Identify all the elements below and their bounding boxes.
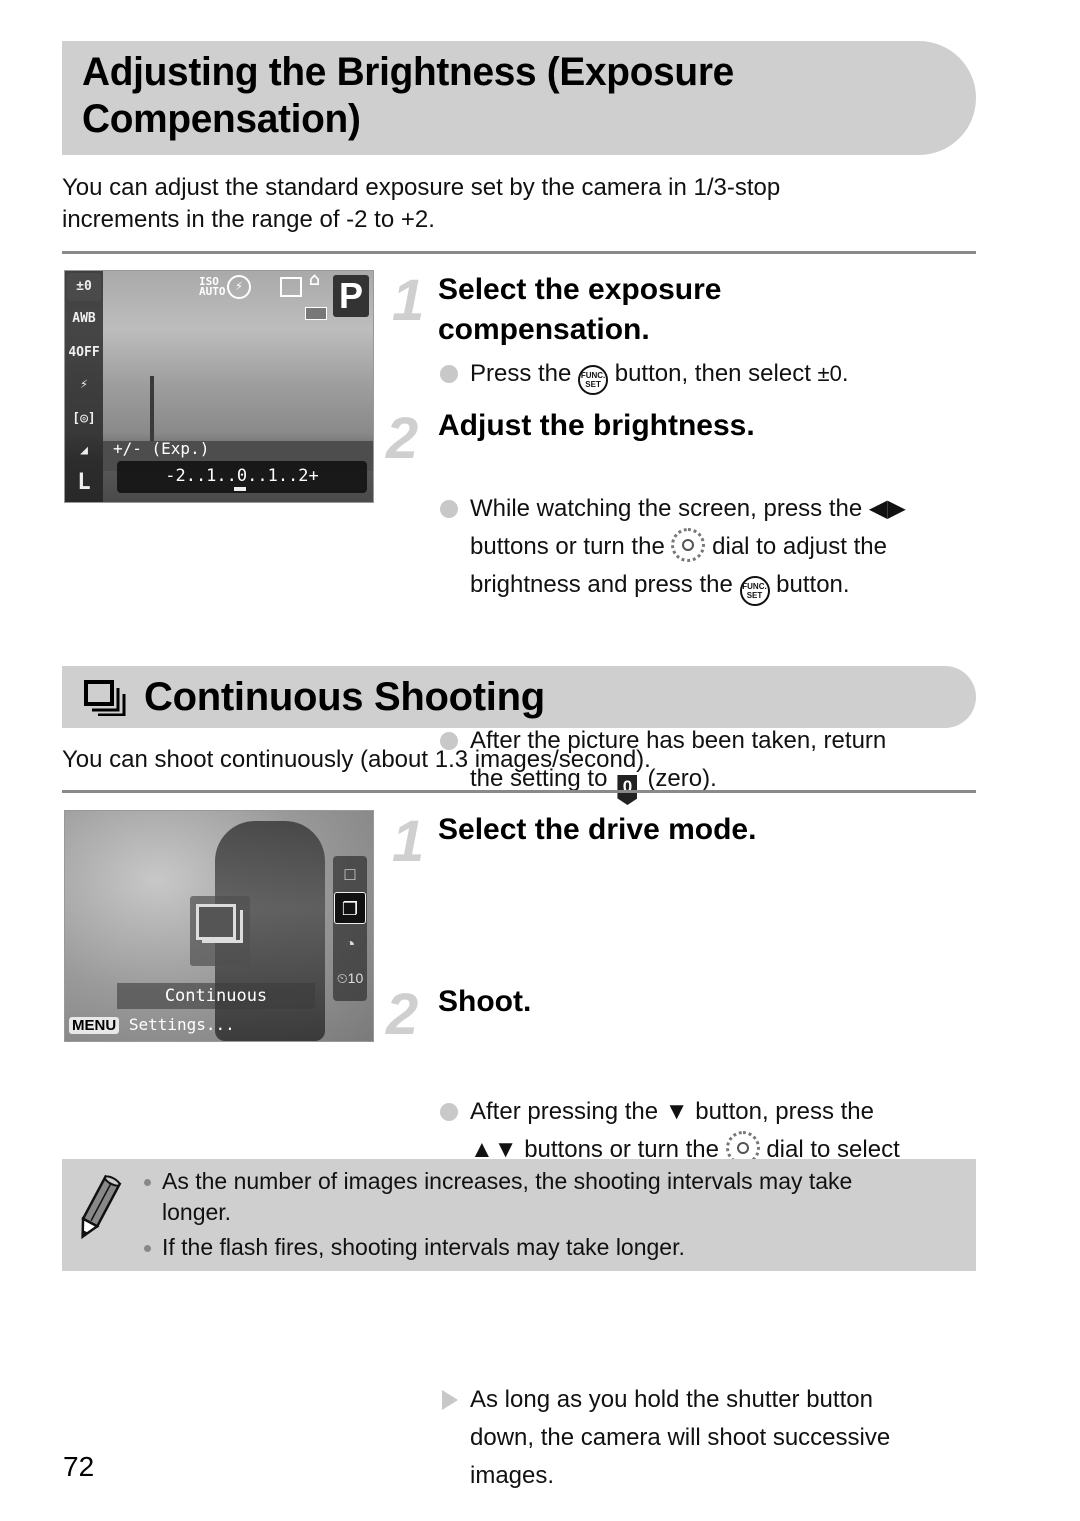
section-title-continuous: Continuous Shooting xyxy=(144,675,545,719)
bullet-line: While watching the screen, press the ◀▶ xyxy=(470,495,906,522)
drive-single-icon xyxy=(280,277,302,297)
bullet-text: Press the xyxy=(470,360,572,387)
step-title: Select the drive mode. xyxy=(438,813,757,846)
step-bullet: While watching the screen, press the ◀▶ … xyxy=(438,490,1030,606)
bullet-dot xyxy=(440,365,458,383)
step-bullet: Press the FUNC. SET button, then select ±… xyxy=(438,355,1010,395)
step-title: Select the exposure compensation. xyxy=(438,270,721,350)
note-item: If the flash fires, shooting intervals m… xyxy=(142,1232,962,1263)
bullet-text: . xyxy=(841,360,849,387)
section-title-exposure: Adjusting the Brightness (Exposure Compe… xyxy=(82,49,734,143)
step-bullet: As long as you hold the shutter button d… xyxy=(438,1381,1030,1495)
flash-off-icon: ⚡ xyxy=(227,275,251,299)
drive-mode-menu: □ ❐ ◔ ⏲10 xyxy=(333,856,367,1001)
intro-line-1: You can adjust the standard exposure set… xyxy=(62,174,781,201)
battery-icon xyxy=(305,307,327,320)
note-bullet xyxy=(144,1245,151,1252)
left-right-arrows-icon: ◀▶ xyxy=(868,495,906,522)
exposure-label: +/- (Exp.) xyxy=(113,439,210,458)
pencil-note-icon xyxy=(81,1174,122,1240)
step-title: Shoot. xyxy=(438,985,532,1018)
step-title: Adjust the brightness. xyxy=(438,409,755,442)
drive-face-timer-item: ◔ xyxy=(344,934,356,954)
bullet-text: button, then select xyxy=(614,360,811,387)
func-set-button-icon: FUNC.SET xyxy=(578,365,609,395)
note-bullet xyxy=(144,1179,151,1186)
result-arrow-icon xyxy=(442,1390,458,1410)
drive-self-timer-item: ⏲10 xyxy=(336,970,364,986)
intro-exposure: You can adjust the standard exposure set… xyxy=(62,172,962,236)
exposure-indicator xyxy=(234,487,246,491)
step-title-line: Select the exposure xyxy=(438,273,722,306)
camera-screen-continuous: □ ❐ ◔ ⏲10 Continuous MENU Settings... xyxy=(64,810,374,1042)
metering-menu-item: [◎] xyxy=(72,411,96,426)
bullet-line: brightness and press the FUNC. SET button… xyxy=(470,566,1030,606)
note-line: If the flash fires, shooting intervals m… xyxy=(162,1234,685,1260)
step-number: 1 xyxy=(392,809,425,874)
page-number: 72 xyxy=(63,1451,95,1482)
down-arrow-icon: ▼ xyxy=(664,1098,689,1125)
continuous-preview-icon xyxy=(190,896,250,966)
continuous-shooting-icon xyxy=(84,680,126,716)
camera-orientation-icon: ⌂ xyxy=(309,270,320,290)
my-colors-menu-item: 4OFF xyxy=(68,345,100,360)
note-line: As the number of images increases, the s… xyxy=(162,1168,853,1194)
note-item: As the number of images increases, the s… xyxy=(142,1166,962,1228)
note-line: longer. xyxy=(162,1199,232,1225)
shooting-mode-p: P xyxy=(333,275,369,317)
menu-hint: MENU Settings... xyxy=(69,1015,235,1034)
bullet-dot xyxy=(440,500,458,518)
step-number: 2 xyxy=(386,982,419,1047)
menu-button-icon: MENU xyxy=(69,1017,120,1034)
func-set-button-icon: FUNC.SET xyxy=(739,576,770,606)
bullet-line: down, the camera will shoot successive xyxy=(470,1424,891,1451)
intro-line-2: increments in the range of -2 to +2. xyxy=(62,206,435,233)
camera-function-menu: ±0 AWB 4OFF ⚡ [◎] ◢ L xyxy=(65,271,103,502)
divider xyxy=(62,251,976,254)
step-title-line: compensation. xyxy=(438,313,650,346)
bullet-line: images. xyxy=(470,1462,555,1489)
resolution-menu-item: L xyxy=(77,470,91,495)
drive-mode-caption: Continuous xyxy=(117,983,315,1009)
title-line-2: Compensation) xyxy=(82,97,361,141)
bullet-line: After pressing the ▼ button, press the xyxy=(470,1098,874,1125)
bullet-line: buttons or turn the dial to adjust the xyxy=(470,528,1030,566)
exposure-scale-text: -2..1..0..1..2+ xyxy=(165,466,319,486)
divider xyxy=(62,790,976,793)
section-banner-exposure: Adjusting the Brightness (Exposure Compe… xyxy=(62,41,976,155)
compression-menu-item: ◢ xyxy=(80,443,88,458)
iso-auto-icon: ISO AUTO xyxy=(199,275,226,298)
drive-continuous-item: ❐ xyxy=(334,892,366,924)
menu-hint-label: Settings... xyxy=(128,1015,235,1034)
bullet-dot xyxy=(440,1103,458,1121)
step-number: 2 xyxy=(386,406,419,471)
drive-single-item: □ xyxy=(344,864,356,884)
step-number: 1 xyxy=(392,268,425,333)
camera-screen-exposure: ±0 AWB 4OFF ⚡ [◎] ◢ L ISO AUTO ⚡ ⌂ P +/- … xyxy=(64,270,374,503)
intro-continuous: You can shoot continuously (about 1.3 im… xyxy=(62,746,651,773)
title-line-1: Adjusting the Brightness (Exposure xyxy=(82,50,734,94)
control-dial-icon xyxy=(671,528,706,562)
white-balance-menu-item: AWB xyxy=(72,311,96,326)
note-box: As the number of images increases, the s… xyxy=(62,1159,976,1271)
section-banner-continuous: Continuous Shooting xyxy=(62,666,976,728)
exposure-menu-item: ±0 xyxy=(67,273,101,301)
flash-exposure-menu-item: ⚡ xyxy=(80,377,88,392)
bullet-line: As long as you hold the shutter button xyxy=(470,1386,873,1413)
exposure-compensation-icon: ±0 xyxy=(817,361,842,386)
exposure-scale: -2..1..0..1..2+ xyxy=(117,461,367,493)
